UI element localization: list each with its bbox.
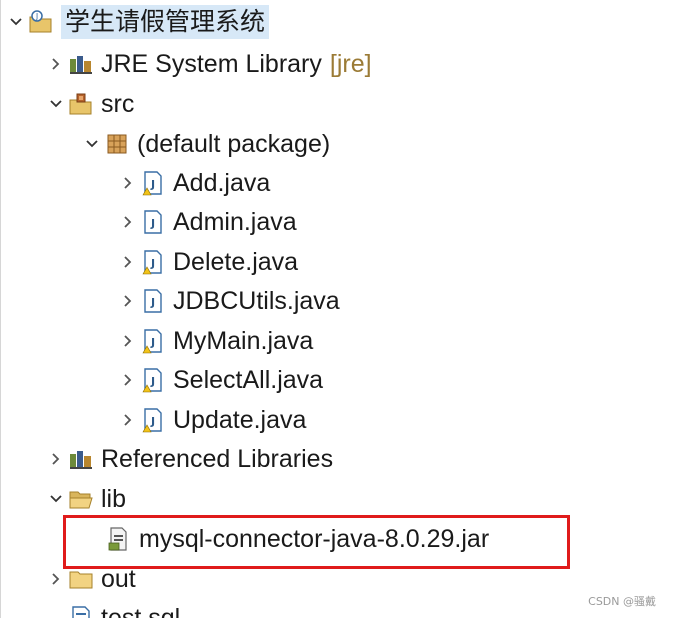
tree-item-lib[interactable]: lib — [45, 481, 126, 517]
default-package-label: (default package) — [137, 130, 331, 158]
chevron-right-icon[interactable] — [117, 165, 139, 201]
tree-item-project[interactable]: J 学生请假管理系统 — [5, 4, 270, 40]
java-file-warning-icon: J — [139, 248, 167, 276]
chevron-down-icon[interactable] — [5, 4, 27, 40]
java-file-label: MyMain.java — [173, 327, 314, 355]
lib-label: lib — [101, 485, 127, 513]
svg-text:J: J — [150, 217, 155, 230]
java-file-warning-icon: J — [139, 406, 167, 434]
package-icon — [103, 130, 131, 158]
java-file-warning-icon: J — [139, 169, 167, 197]
java-file-label: JDBCUtils.java — [173, 287, 340, 315]
chevron-down-icon[interactable] — [81, 126, 103, 162]
chevron-down-icon[interactable] — [45, 86, 67, 122]
chevron-right-icon[interactable] — [117, 244, 139, 280]
tree-item-java-file[interactable]: J Admin.java — [117, 204, 297, 240]
java-file-label: SelectAll.java — [173, 366, 324, 394]
tree-item-src[interactable]: src — [45, 86, 134, 122]
folder-icon — [67, 565, 95, 593]
tree-item-java-file[interactable]: J Add.java — [117, 165, 270, 201]
chevron-right-icon[interactable] — [45, 46, 67, 82]
svg-text:J: J — [150, 375, 155, 388]
svg-text:J: J — [150, 415, 155, 428]
highlight-annotation-box — [63, 515, 570, 569]
java-file-warning-icon: J — [139, 366, 167, 394]
referenced-libraries-label: Referenced Libraries — [101, 445, 334, 473]
tree-item-java-file[interactable]: J SelectAll.java — [117, 362, 323, 398]
project-explorer-tree: J 学生请假管理系统 JRE System Library [jre] src … — [0, 0, 674, 618]
svg-text:J: J — [150, 296, 155, 309]
chevron-right-icon[interactable] — [117, 402, 139, 438]
tree-item-java-file[interactable]: J Update.java — [117, 402, 306, 438]
chevron-right-icon[interactable] — [117, 283, 139, 319]
watermark: CSDN @骚戴 — [588, 595, 656, 608]
sql-file-icon — [67, 604, 95, 618]
source-folder-icon — [67, 90, 95, 118]
java-file-warning-icon: J — [139, 327, 167, 355]
tree-item-referenced-libraries[interactable]: Referenced Libraries — [45, 441, 333, 477]
java-project-icon: J — [27, 8, 55, 36]
jre-suffix: [jre] — [329, 50, 372, 78]
java-file-icon: J — [139, 208, 167, 236]
chevron-right-icon[interactable] — [117, 323, 139, 359]
folder-open-icon — [67, 485, 95, 513]
jre-library-label: JRE System Library — [101, 50, 322, 78]
src-label: src — [101, 90, 135, 118]
svg-text:J: J — [150, 257, 155, 270]
java-file-label: Delete.java — [173, 248, 299, 276]
chevron-right-icon[interactable] — [117, 362, 139, 398]
sql-file-label: test.sql — [101, 604, 181, 618]
chevron-down-icon[interactable] — [45, 481, 67, 517]
tree-item-java-file[interactable]: J MyMain.java — [117, 323, 313, 359]
tree-item-java-file[interactable]: J Delete.java — [117, 244, 298, 280]
svg-text:J: J — [150, 178, 155, 191]
java-file-label: Add.java — [173, 169, 271, 197]
chevron-right-icon[interactable] — [45, 441, 67, 477]
svg-text:J: J — [150, 336, 155, 349]
svg-text:J: J — [35, 12, 38, 21]
tree-item-java-file[interactable]: J JDBCUtils.java — [117, 283, 340, 319]
java-file-icon: J — [139, 287, 167, 315]
java-file-label: Admin.java — [173, 208, 297, 236]
library-icon — [67, 50, 95, 78]
project-label: 学生请假管理系统 — [61, 5, 270, 39]
library-icon — [67, 445, 95, 473]
tree-item-default-package[interactable]: (default package) — [81, 126, 330, 162]
java-file-label: Update.java — [173, 406, 307, 434]
tree-item-jre-library[interactable]: JRE System Library [jre] — [45, 46, 372, 82]
tree-item-sql-file[interactable]: test.sql — [67, 600, 180, 618]
chevron-right-icon[interactable] — [117, 204, 139, 240]
